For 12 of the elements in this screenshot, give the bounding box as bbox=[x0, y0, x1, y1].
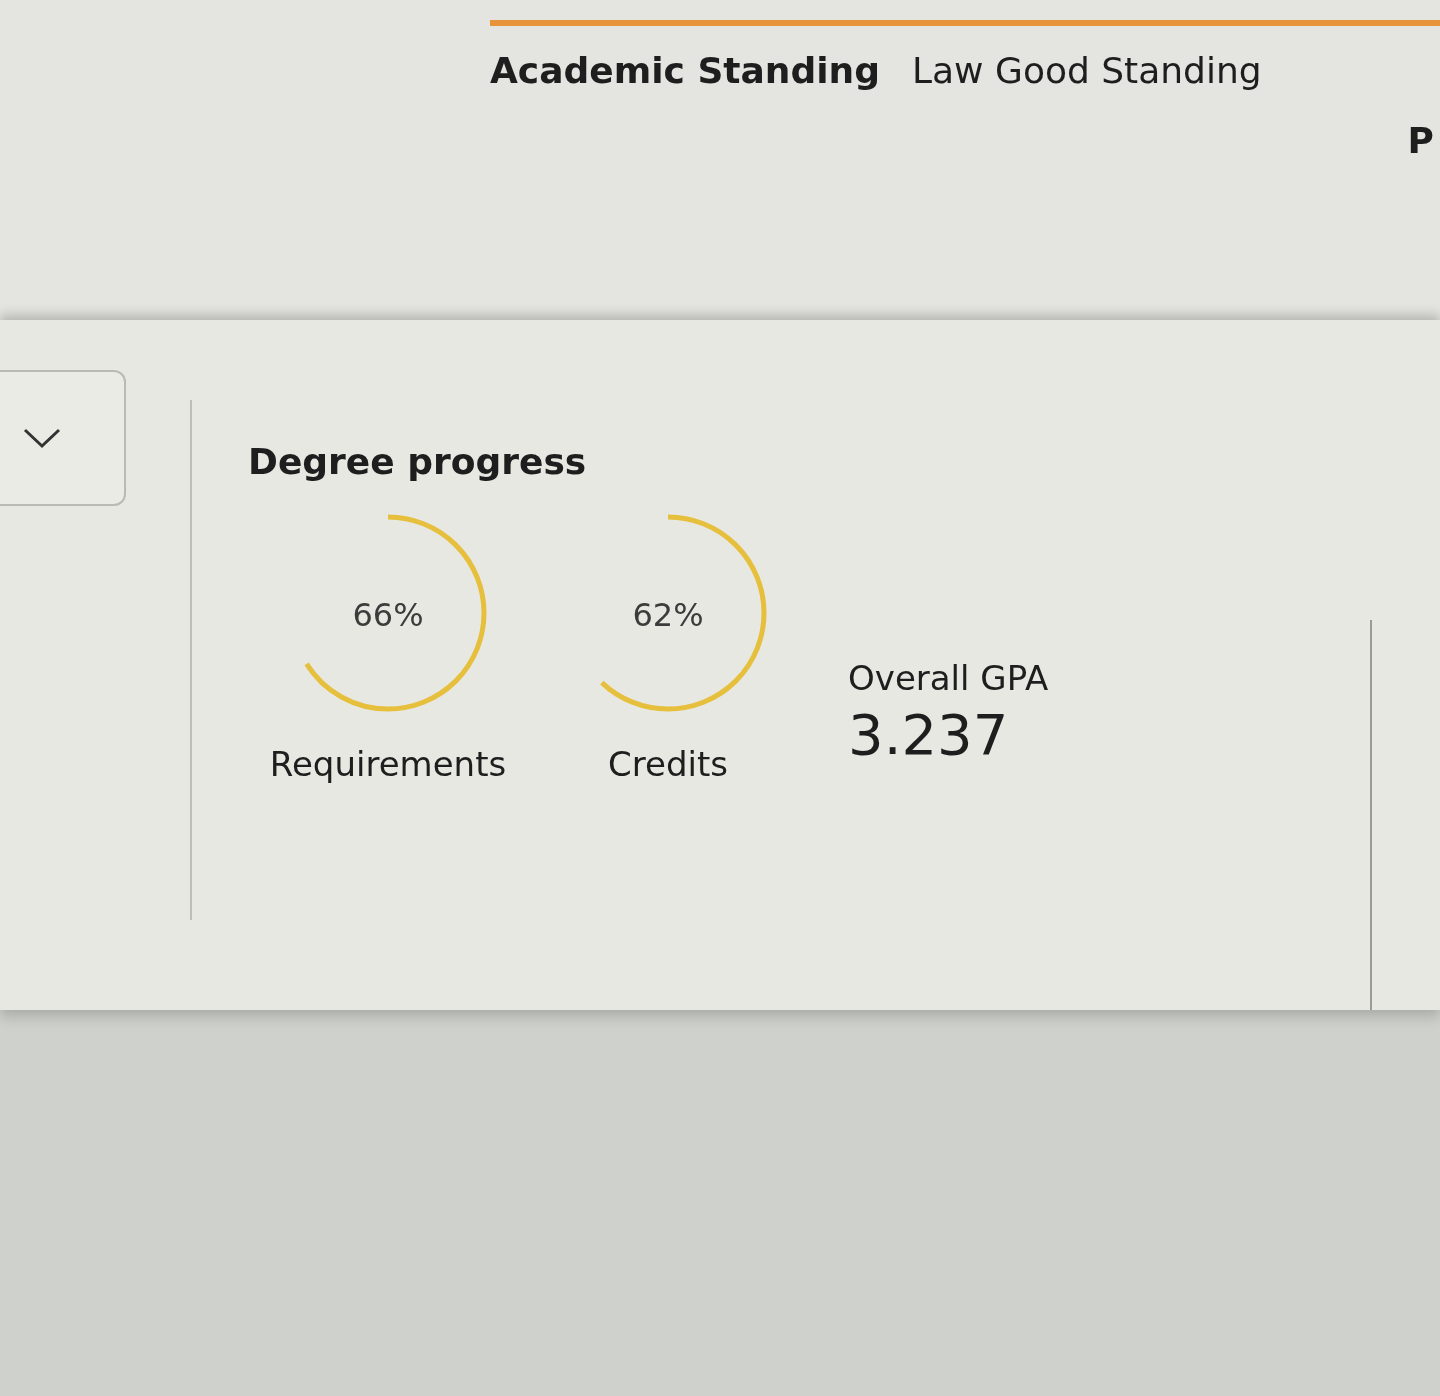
gpa-label: Overall GPA bbox=[848, 657, 1049, 701]
chevron-down-icon bbox=[22, 426, 62, 450]
percent-value: 66% bbox=[352, 595, 424, 637]
standing-heading: Academic Standing bbox=[490, 49, 880, 93]
gpa-value: 3.237 bbox=[848, 704, 1009, 766]
standing-status: Law Good Standing bbox=[912, 49, 1262, 93]
dropdown-field[interactable] bbox=[0, 370, 126, 506]
section-title: Degree progress bbox=[248, 440, 587, 484]
cut-off-heading: P bbox=[1407, 119, 1434, 163]
ring-caption: Credits bbox=[608, 743, 728, 787]
ring-caption: Requirements bbox=[269, 743, 507, 787]
percent-value: 62% bbox=[632, 595, 704, 637]
